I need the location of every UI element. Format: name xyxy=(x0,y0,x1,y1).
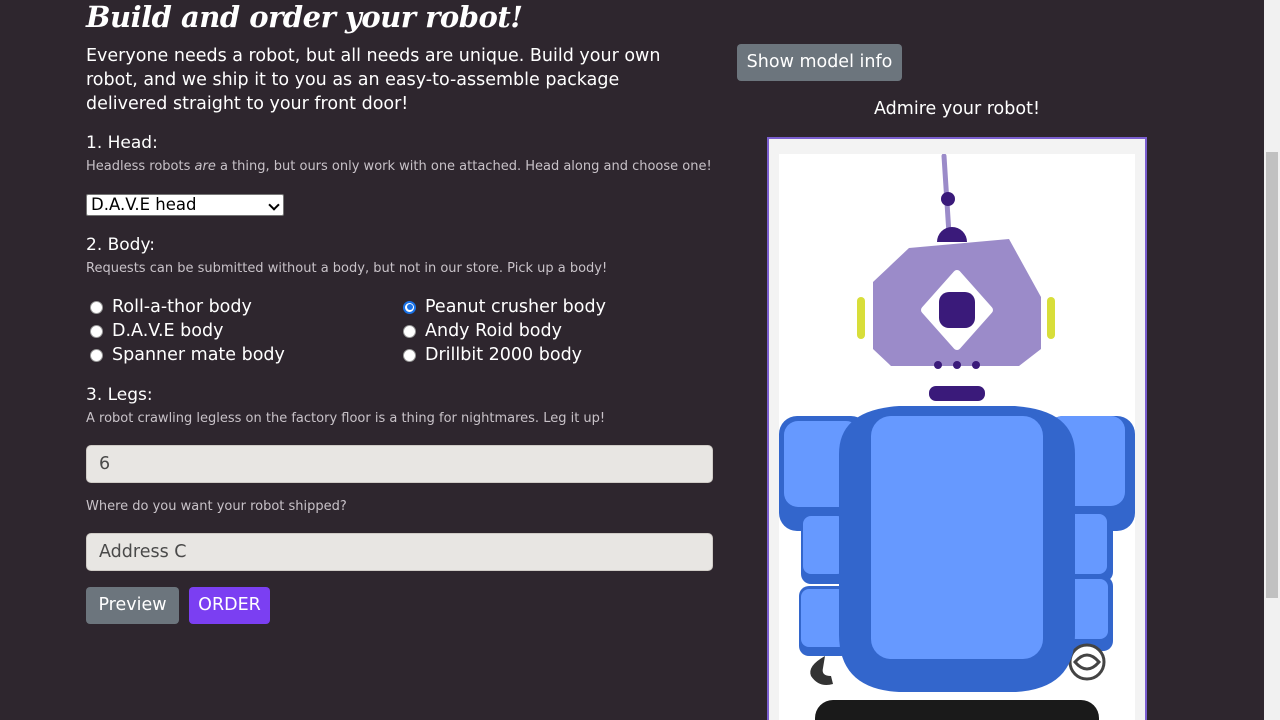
head-help-text: Headless robots xyxy=(86,159,195,174)
body-option-spanner-mate[interactable]: Spanner mate body xyxy=(86,343,285,367)
show-model-info-button[interactable]: Show model info xyxy=(737,44,902,81)
address-help: Where do you want your robot shipped? xyxy=(86,499,347,514)
head-select[interactable]: D.A.V.E head xyxy=(86,194,284,216)
body-option-label: Andy Roid body xyxy=(425,321,562,341)
preview-button[interactable]: Preview xyxy=(86,587,179,624)
radio-button[interactable] xyxy=(403,348,416,362)
legs-help: A robot crawling legless on the factory … xyxy=(86,411,606,426)
legs-input[interactable]: 6 xyxy=(86,445,713,483)
body-help: Requests can be submitted without a body… xyxy=(86,261,608,276)
radio-button[interactable] xyxy=(90,348,103,362)
head-help-text-end: a thing, but ours only work with one att… xyxy=(215,159,712,174)
robot-illustration xyxy=(779,153,1135,720)
chevron-down-icon xyxy=(268,199,280,211)
body-label: 2. Body: xyxy=(86,235,156,255)
legs-label: 3. Legs: xyxy=(86,385,153,405)
scrollbar-thumb[interactable] xyxy=(1266,152,1278,598)
body-option-label: D.A.V.E body xyxy=(112,321,224,341)
head-help: Headless robots are a thing, but ours on… xyxy=(86,158,712,176)
body-option-label: Roll-a-thor body xyxy=(112,297,252,317)
body-option-label: Peanut crusher body xyxy=(425,297,606,317)
robot-image xyxy=(779,153,1135,720)
body-option-andy-roid[interactable]: Andy Roid body xyxy=(399,319,562,343)
robot-preview xyxy=(767,137,1147,720)
order-button[interactable]: ORDER xyxy=(189,587,270,624)
page-title: Build and order your robot! xyxy=(86,0,523,34)
head-select-value: D.A.V.E head xyxy=(91,195,197,214)
radio-button[interactable] xyxy=(90,300,103,314)
address-input[interactable]: Address C xyxy=(86,533,713,571)
preview-caption: Admire your robot! xyxy=(874,99,1040,119)
body-option-label: Drillbit 2000 body xyxy=(425,345,583,365)
body-option-peanut-crusher[interactable]: Peanut crusher body xyxy=(399,295,606,319)
radio-button-checked[interactable] xyxy=(403,300,416,314)
intro-text: Everyone needs a robot, but all needs ar… xyxy=(86,46,661,114)
page-scrollbar[interactable] xyxy=(1264,0,1280,720)
head-help-emphasis: are xyxy=(194,159,216,174)
body-option-drillbit-2000[interactable]: Drillbit 2000 body xyxy=(399,343,582,367)
radio-button[interactable] xyxy=(403,324,416,338)
body-option-roll-a-thor[interactable]: Roll-a-thor body xyxy=(86,295,252,319)
body-option-label: Spanner mate body xyxy=(112,345,285,365)
head-label: 1. Head: xyxy=(86,133,158,153)
body-option-dave[interactable]: D.A.V.E body xyxy=(86,319,223,343)
radio-button[interactable] xyxy=(90,324,103,338)
page: Build and order your robot! Everyone nee… xyxy=(0,0,1280,720)
